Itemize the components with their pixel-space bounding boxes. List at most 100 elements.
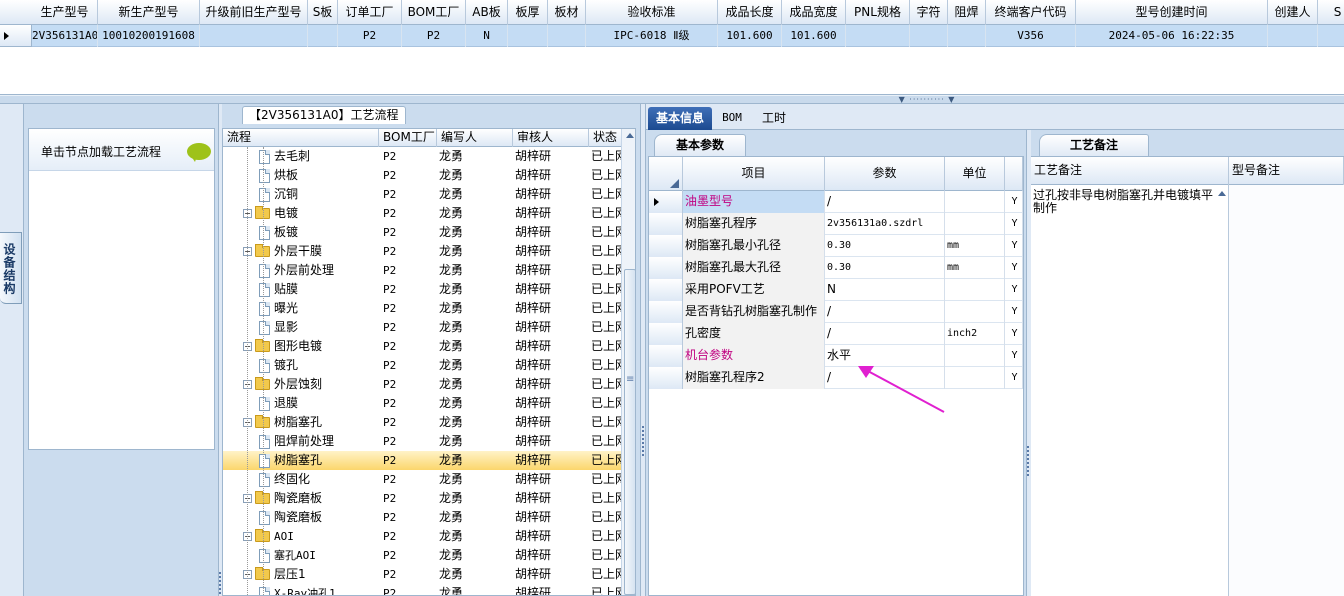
tree-node[interactable]: 退膜 P2 龙勇 胡梓研 已上网 xyxy=(223,394,621,413)
tab-work-hours[interactable]: 工时 xyxy=(754,107,794,130)
tree-node[interactable]: −电镀P2龙勇胡梓研已上网 xyxy=(223,204,621,223)
header-col-17[interactable]: 创建人 xyxy=(1268,0,1318,25)
tree-node[interactable]: 显影 P2 龙勇 胡梓研 已上网 xyxy=(223,318,621,337)
col-item[interactable]: 项目 xyxy=(683,157,825,191)
header-col-6[interactable]: AB板 xyxy=(466,0,508,25)
param-value[interactable]: / xyxy=(825,191,945,213)
process-flow-tree: 流程BOM工厂编写人审核人状态 去毛刺P2龙勇胡梓研已上网烘板P2龙勇胡梓研已上… xyxy=(222,128,636,596)
model-grid-row[interactable]: 2V356131A0 10010200191608 P2 P2 N IPC-6018 Ⅱ级… xyxy=(0,25,1344,47)
param-value[interactable]: / xyxy=(825,301,945,323)
tree-node[interactable]: −图形电镀P2龙勇胡梓研已上网 xyxy=(223,337,621,356)
tree-node-label: 塞孔AOI xyxy=(274,549,316,562)
header-col-12[interactable]: PNL规格 xyxy=(846,0,910,25)
header-col-18[interactable]: S xyxy=(1318,0,1344,25)
tree-node-status: 已上网 xyxy=(591,491,621,505)
header-col-10[interactable]: 成品长度 xyxy=(718,0,782,25)
header-col-5[interactable]: BOM工厂 xyxy=(402,0,466,25)
tree-node[interactable]: −AOIP2龙勇胡梓研已上网 xyxy=(223,527,621,546)
note-scrollbar[interactable] xyxy=(1215,185,1229,596)
splitter-grip-icon[interactable] xyxy=(1027,446,1030,476)
tree-node-status: 已上网 xyxy=(591,396,621,410)
col-process-note[interactable]: 工艺备注 xyxy=(1031,157,1229,185)
tree-node[interactable]: 塞孔AOI P2 龙勇 胡梓研 已上网 xyxy=(223,546,621,565)
param-flag: Y xyxy=(1005,191,1023,213)
col-param[interactable]: 参数 xyxy=(825,157,945,191)
col-unit[interactable]: 单位 xyxy=(945,157,1005,191)
header-col-3[interactable]: S板 xyxy=(308,0,338,25)
header-col-14[interactable]: 阻焊 xyxy=(948,0,986,25)
tab-process-notes[interactable]: 工艺备注 xyxy=(1039,134,1149,156)
col-model-note[interactable]: 型号备注 xyxy=(1229,157,1344,185)
tree-node[interactable]: X-Ray冲孔1 P2 龙勇 胡梓研 已上网 xyxy=(223,584,621,595)
header-col-9[interactable]: 验收标准 xyxy=(586,0,718,25)
tree-node-bom: P2 xyxy=(383,283,397,296)
splitter-grip-icon[interactable]: ▼ ·········· ▼ xyxy=(895,96,959,104)
tree-node-bom: P2 xyxy=(383,549,397,562)
tree-node[interactable]: 阻焊前处理 P2 龙勇 胡梓研 已上网 xyxy=(223,432,621,451)
tree-node[interactable]: −外层干膜P2龙勇胡梓研已上网 xyxy=(223,242,621,261)
tree-node-bom: P2 xyxy=(383,188,397,201)
tree-node-bom: P2 xyxy=(383,492,397,505)
params-row[interactable]: 机台参数 水平 Y xyxy=(649,345,1023,367)
param-value[interactable]: / xyxy=(825,323,945,345)
tree-scrollbar[interactable] xyxy=(621,129,635,595)
header-col-15[interactable]: 终端客户代码 xyxy=(986,0,1076,25)
tree-col-1[interactable]: BOM工厂 xyxy=(379,129,437,147)
tree-node[interactable]: −层压1P2龙勇胡梓研已上网 xyxy=(223,565,621,584)
tree-node-writer: 龙勇 xyxy=(439,168,464,182)
header-col-4[interactable]: 订单工厂 xyxy=(338,0,402,25)
tree-node[interactable]: 终固化 P2 龙勇 胡梓研 已上网 xyxy=(223,470,621,489)
header-col-16[interactable]: 型号创建时间 xyxy=(1076,0,1268,25)
header-col-11[interactable]: 成品宽度 xyxy=(782,0,846,25)
tree-col-0[interactable]: 流程 xyxy=(223,129,379,147)
params-row[interactable]: 孔密度 / inch2 Y xyxy=(649,323,1023,345)
scroll-up-icon[interactable] xyxy=(1218,191,1226,196)
scroll-up-icon[interactable] xyxy=(626,133,634,138)
params-row[interactable]: 树脂塞孔最大孔径 0.30 mm Y xyxy=(649,257,1023,279)
scroll-thumb[interactable] xyxy=(624,269,635,595)
header-col-13[interactable]: 字符 xyxy=(910,0,948,25)
tree-col-2[interactable]: 编写人 xyxy=(437,129,513,147)
tree-node[interactable]: 贴膜 P2 龙勇 胡梓研 已上网 xyxy=(223,280,621,299)
tab-basic-params[interactable]: 基本参数 xyxy=(654,134,746,156)
tree-node[interactable]: −陶瓷磨板P2龙勇胡梓研已上网 xyxy=(223,489,621,508)
tree-node[interactable]: 外层前处理 P2 龙勇 胡梓研 已上网 xyxy=(223,261,621,280)
tree-node[interactable]: 树脂塞孔 P2 龙勇 胡梓研 已上网 xyxy=(223,451,621,470)
param-value[interactable]: 水平 xyxy=(825,345,945,367)
splitter-grip-icon[interactable] xyxy=(642,426,645,456)
header-col-7[interactable]: 板厚 xyxy=(508,0,548,25)
params-row[interactable]: 树脂塞孔程序 2v356131a0.szdrl Y xyxy=(649,213,1023,235)
header-col-8[interactable]: 板材 xyxy=(548,0,586,25)
tab-bom[interactable]: BOM xyxy=(716,107,748,130)
model-note-cell[interactable] xyxy=(1229,185,1344,596)
header-col-1[interactable]: 新生产型号 xyxy=(98,0,200,25)
tree-node[interactable]: 镀孔 P2 龙勇 胡梓研 已上网 xyxy=(223,356,621,375)
load-process-button[interactable]: 单击节点加载工艺流程 xyxy=(29,129,214,171)
horizontal-splitter[interactable]: ▼ ·········· ▼ xyxy=(0,95,1344,104)
tree-node[interactable]: 陶瓷磨板 P2 龙勇 胡梓研 已上网 xyxy=(223,508,621,527)
param-value[interactable]: 0.30 xyxy=(825,257,945,279)
param-value[interactable]: / xyxy=(825,367,945,389)
params-row[interactable]: 树脂塞孔程序2/ Y xyxy=(649,367,1023,389)
tab-basic-info[interactable]: 基本信息 xyxy=(648,107,712,130)
cell-col-4: P2 xyxy=(338,25,402,47)
tree-node[interactable]: 曝光 P2 龙勇 胡梓研 已上网 xyxy=(223,299,621,318)
params-row[interactable]: 油墨型号 / Y xyxy=(649,191,1023,213)
tree-node[interactable]: −树脂塞孔P2龙勇胡梓研已上网 xyxy=(223,413,621,432)
tree-node[interactable]: 板镀 P2 龙勇 胡梓研 已上网 xyxy=(223,223,621,242)
tree-node[interactable]: 去毛刺 P2 龙勇 胡梓研 已上网 xyxy=(223,147,621,166)
tree-node[interactable]: −外层蚀刻P2龙勇胡梓研已上网 xyxy=(223,375,621,394)
param-value[interactable]: 0.30 xyxy=(825,235,945,257)
process-note-text[interactable]: 过孔按非导电树脂塞孔并电镀填平制作 xyxy=(1033,189,1217,215)
param-value[interactable]: 2v356131a0.szdrl xyxy=(825,213,945,235)
params-row[interactable]: 树脂塞孔最小孔径 0.30 mm Y xyxy=(649,235,1023,257)
tab-device-structure[interactable]: 设备结构 xyxy=(0,232,22,304)
params-row[interactable]: 采用POFV工艺 N Y xyxy=(649,279,1023,301)
tree-node[interactable]: 沉铜 P2 龙勇 胡梓研 已上网 xyxy=(223,185,621,204)
params-row[interactable]: 是否背钻孔树脂塞孔制作 / Y xyxy=(649,301,1023,323)
param-value[interactable]: N xyxy=(825,279,945,301)
header-col-2[interactable]: 升级前旧生产型号 xyxy=(200,0,308,25)
header-col-0[interactable]: 生产型号 xyxy=(32,0,98,25)
tree-node[interactable]: 烘板 P2 龙勇 胡梓研 已上网 xyxy=(223,166,621,185)
tree-col-3[interactable]: 审核人 xyxy=(513,129,589,147)
